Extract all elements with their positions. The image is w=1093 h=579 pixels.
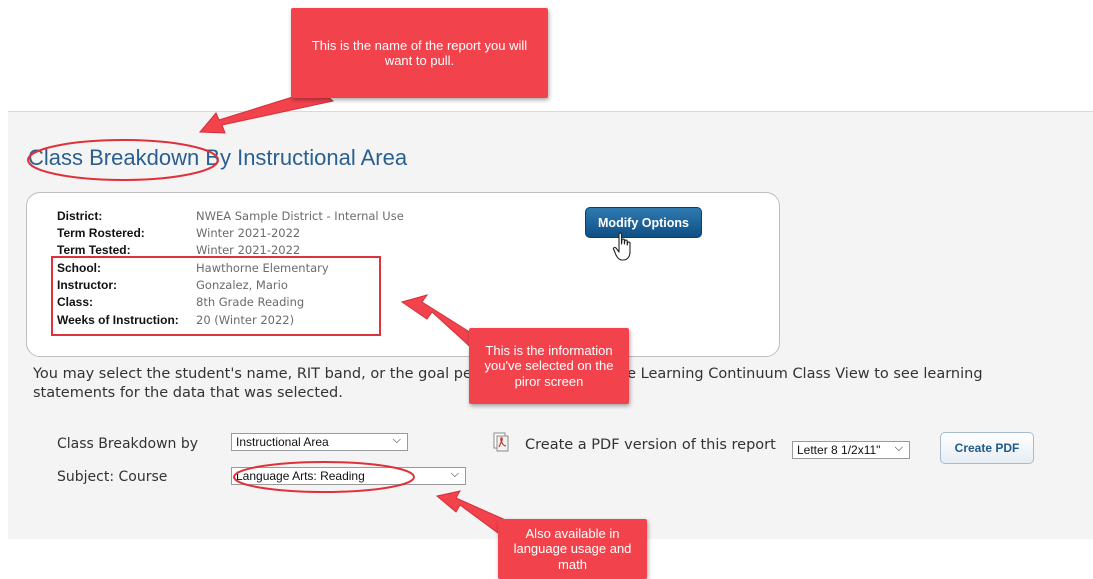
- info-label: Term Tested:: [57, 243, 131, 257]
- subject-label: Subject: Course: [57, 469, 168, 485]
- info-label: Class:: [57, 295, 94, 309]
- modify-options-button[interactable]: Modify Options: [585, 207, 702, 238]
- info-value: 8th Grade Reading: [196, 295, 305, 309]
- info-value: Hawthorne Elementary: [196, 261, 329, 275]
- create-pdf-button[interactable]: Create PDF: [940, 432, 1034, 464]
- info-value: NWEA Sample District - Internal Use: [196, 209, 404, 223]
- callout-report-name: This is the name of the report you will …: [291, 8, 548, 98]
- info-value: Winter 2021-2022: [196, 226, 301, 240]
- subject-select-value: Language Arts: Reading: [236, 469, 365, 483]
- paper-size-value: Letter 8 1/2x11": [797, 443, 881, 457]
- subject-select[interactable]: Language Arts: Reading ⌵: [231, 467, 466, 485]
- info-label: District:: [57, 209, 103, 223]
- pdf-prompt-text: Create a PDF version of this report: [525, 437, 776, 453]
- hand-cursor-icon: [612, 232, 631, 261]
- paper-size-select[interactable]: Letter 8 1/2x11" ⌵: [792, 441, 910, 459]
- callout-also-available: Also available in language usage and mat…: [498, 519, 647, 579]
- breakdown-select[interactable]: Instructional Area ⌵: [231, 433, 408, 451]
- chevron-down-icon: ⌵: [392, 434, 401, 446]
- info-value: Gonzalez, Mario: [196, 278, 288, 292]
- info-label: Term Rostered:: [57, 226, 145, 240]
- info-value: Winter 2021-2022: [196, 243, 301, 257]
- breakdown-select-value: Instructional Area: [236, 435, 329, 449]
- chevron-down-icon: ⌵: [450, 468, 459, 480]
- chevron-down-icon: ⌵: [894, 442, 903, 454]
- info-label: School:: [57, 261, 101, 275]
- callout-info-selected: This is the information you've selected …: [469, 328, 629, 404]
- page-title: Class Breakdown By Instructional Area: [28, 145, 408, 170]
- info-value: 20 (Winter 2022): [196, 313, 295, 327]
- pdf-icon: [493, 432, 509, 452]
- info-label: Weeks of Instruction:: [57, 313, 179, 327]
- info-label: Instructor:: [57, 278, 117, 292]
- breakdown-label: Class Breakdown by: [57, 436, 199, 452]
